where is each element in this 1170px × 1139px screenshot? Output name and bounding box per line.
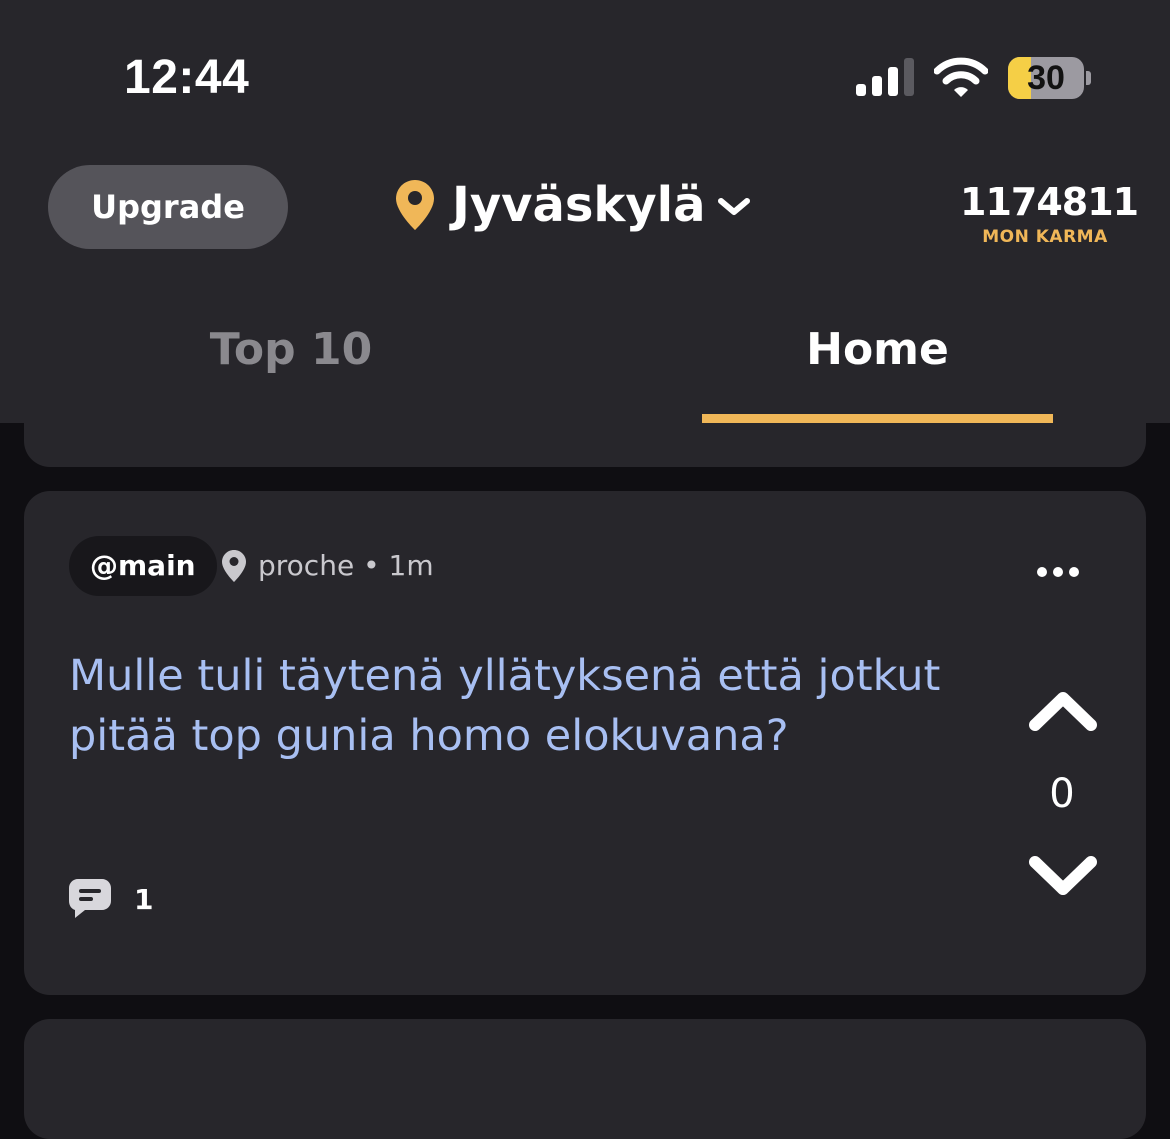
post-distance: proche <box>258 549 355 582</box>
tab-home[interactable]: Home <box>702 318 1053 382</box>
chevron-down-icon <box>718 198 751 215</box>
karma-counter[interactable]: 1174811 MON KARMA <box>960 178 1139 248</box>
wifi-icon <box>934 57 988 97</box>
top-bar: 12:44 30 Upgrade Jyväskylä 1174811 MON K… <box>0 0 1170 423</box>
next-post-card <box>24 1019 1146 1139</box>
chat-bubble-icon[interactable] <box>69 879 111 919</box>
more-horizontal-icon[interactable] <box>1036 565 1080 579</box>
battery-icon: 30 <box>1008 57 1084 99</box>
comment-count: 1 <box>134 883 154 916</box>
active-tab-indicator <box>702 414 1053 423</box>
post-text[interactable]: Mulle tuli täytenä yllätyksenä että jotk… <box>69 646 949 766</box>
status-time: 12:44 <box>124 51 250 104</box>
upgrade-button[interactable]: Upgrade <box>48 165 288 249</box>
cellular-signal-icon <box>856 58 914 96</box>
karma-value: 1174811 <box>960 180 1139 224</box>
downvote-button[interactable] <box>1027 855 1099 897</box>
map-pin-icon <box>222 550 246 582</box>
tab-top-10[interactable]: Top 10 <box>120 318 462 382</box>
location-selector[interactable]: Jyväskylä <box>396 170 751 240</box>
channel-tag[interactable]: @main <box>69 536 217 596</box>
location-name: Jyväskylä <box>452 177 706 233</box>
battery-cap <box>1086 71 1091 85</box>
battery-percent: 30 <box>1027 59 1065 97</box>
vote-count: 0 <box>1049 771 1075 817</box>
upvote-button[interactable] <box>1027 690 1099 732</box>
post-meta: proche • 1m <box>222 536 434 596</box>
map-pin-icon <box>396 180 434 230</box>
post-card[interactable]: @main proche • 1m Mulle tuli täytenä yll… <box>24 491 1146 995</box>
post-age: 1m <box>388 549 434 582</box>
meta-separator: • <box>354 549 389 582</box>
karma-label: MON KARMA <box>982 227 1108 247</box>
